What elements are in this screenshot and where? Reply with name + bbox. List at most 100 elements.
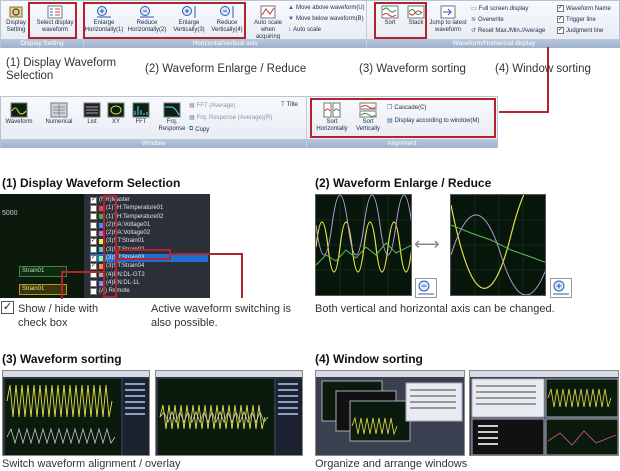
group-label: Horizontal/vertical axis [84,39,366,48]
list-window-icon [83,102,101,118]
axis-value: 5000 [2,210,18,217]
highlight-active-channel [117,249,171,260]
auto-scale-button[interactable]: ↕ Auto scale [288,27,321,33]
fft-average-icon: ▦ [189,103,195,109]
fft-average-button[interactable]: ▦ FFT (Average) [189,102,235,110]
channel-box[interactable]: Strain01 [19,266,67,277]
channel-box[interactable]: Strain01 [19,284,67,295]
xy-window-icon [107,102,125,118]
arrow-down-icon: ▼ [288,16,294,22]
zoom-in-icon[interactable] [550,278,572,298]
highlight-checkboxes [103,195,117,298]
waveform-window-icon [10,102,28,118]
checkbox-icon [90,287,97,295]
reset-icon: ↺ [471,28,477,34]
frq-response-window-button[interactable]: Frq. Response [157,102,187,133]
full-screen-icon: ▭ [471,6,477,12]
checkbox-icon [90,279,97,287]
checkbox-icon: ✓ [90,254,97,262]
caption-waveform-sorting: (3) Waveform sorting [359,63,466,75]
callout-line [241,253,243,298]
highlight-alignment [310,98,496,138]
xy-window-button[interactable]: XY [105,102,127,126]
overwrite-button[interactable]: ≋ Overwrite [471,16,504,24]
list-window-button[interactable]: List [81,102,103,126]
checkbox-icon: ✓ [90,238,97,246]
auto-scale-acquiring-button[interactable]: Auto scale when acquiring [250,5,286,41]
waveform-plot-after [450,194,546,296]
jump-latest-waveform-button[interactable]: Jump to latest waveform [429,5,467,34]
trigger-line-checkbox[interactable]: ✓ Trigger line [557,16,596,23]
cascade-windows-screenshot [315,370,465,456]
section-title-enlarge-reduce: (2) Waveform Enlarge / Reduce [315,176,492,190]
overlay-waveform-screenshot [155,370,303,456]
overwrite-icon: ≋ [471,17,477,23]
note-alignment-overlay: Switch waveform alignment / overlay [2,458,181,470]
auto-scale-small-icon: ↕ [288,27,291,33]
callout-line [547,47,549,111]
callout-line [171,253,243,255]
callout-line [61,271,63,299]
frq-average-icon: ▦ [189,115,195,121]
checkbox-icon: ✓ [557,5,564,12]
note-active-switching: Active waveform switching is also possib… [151,303,291,329]
group-label: Alignment [307,139,497,148]
judgment-line-checkbox[interactable]: ✓ Judgment line [557,27,603,34]
move-below-waveform-button[interactable]: ▼ Move below waveform(B) [288,16,364,22]
waveform-pane: 5000 Strain01 Strain01 [0,194,84,298]
note-show-hide: Show / hide with check box [18,303,99,329]
check-icon: ✓ [1,301,14,314]
highlight-sort-stack [374,2,427,39]
group-label: Display Setting [1,39,83,48]
title-icon: T [281,102,285,108]
waveform-window-button[interactable]: Waveform [5,102,33,126]
group-window: Waveform Numerical List XY FFT Frq. Resp… [1,97,307,148]
checkbox-icon [90,221,97,229]
reset-max-min-button[interactable]: ↺ Reset Max./Min./Average [471,27,545,35]
title-button[interactable]: T Title [281,102,298,108]
copy-button[interactable]: ⧉ Copy [189,126,209,133]
fft-window-icon [132,102,150,118]
section-title-window-sorting: (4) Window sorting [315,352,423,366]
waveform-plot-before [315,194,412,296]
display-setting-button[interactable]: Display Setting [3,5,29,34]
fft-window-button[interactable]: FFT [129,102,153,126]
caption-display-waveform: (1) Display Waveform Selection [6,57,117,82]
note-axis-change: Both vertical and horizontal axis can be… [315,303,555,315]
numerical-window-button[interactable]: Numerical [43,102,75,126]
checkbox-icon [90,204,97,212]
jump-latest-icon [440,5,456,19]
full-screen-display-button[interactable]: ▭ Full screen display [471,5,528,13]
checkbox-icon: ✓ [557,27,564,34]
caption-enlarge-reduce: (2) Waveform Enlarge / Reduce [145,63,307,75]
caption-window-sorting: (4) Window sorting [495,63,591,75]
numerical-window-icon [50,102,68,118]
frq-response-average-button[interactable]: ▦ Frq. Response (Average)(R) [189,114,272,122]
callout-line [499,111,549,113]
move-above-waveform-button[interactable]: ▲ Move above waveform(U) [288,5,365,11]
section-title-waveform-sorting: (3) Waveform sorting [2,352,122,366]
group-label: Window [1,139,306,148]
group-label: Waveform/Numerical display [367,39,620,48]
sorted-waveform-screenshot [2,370,150,456]
note-organize-windows: Organize and arrange windows [315,458,468,470]
gear-icon [9,6,23,18]
checkbox-icon [90,246,97,254]
checkbox-icon: ✓ [557,16,564,23]
callout-line [61,271,104,273]
zoom-out-icon[interactable] [415,278,437,298]
checkbox-icon: ✓ [90,196,97,204]
highlight-select-display [28,2,77,39]
copy-icon: ⧉ [189,126,194,132]
checkbox-icon [90,213,97,221]
transform-arrow-icon: ⟷ [414,234,440,254]
checkbox-icon [90,229,97,237]
tiled-windows-screenshot [469,370,619,456]
arrow-up-icon: ▲ [288,5,294,11]
auto-scale-icon [260,5,276,19]
waveform-name-checkbox[interactable]: ✓ Waveform Name [557,5,611,12]
highlight-enlarge-reduce [83,2,246,39]
checkbox-icon: ✓ [90,263,97,271]
section-title-display-waveform: (1) Display Waveform Selection [2,176,181,190]
frq-response-icon [163,102,181,118]
